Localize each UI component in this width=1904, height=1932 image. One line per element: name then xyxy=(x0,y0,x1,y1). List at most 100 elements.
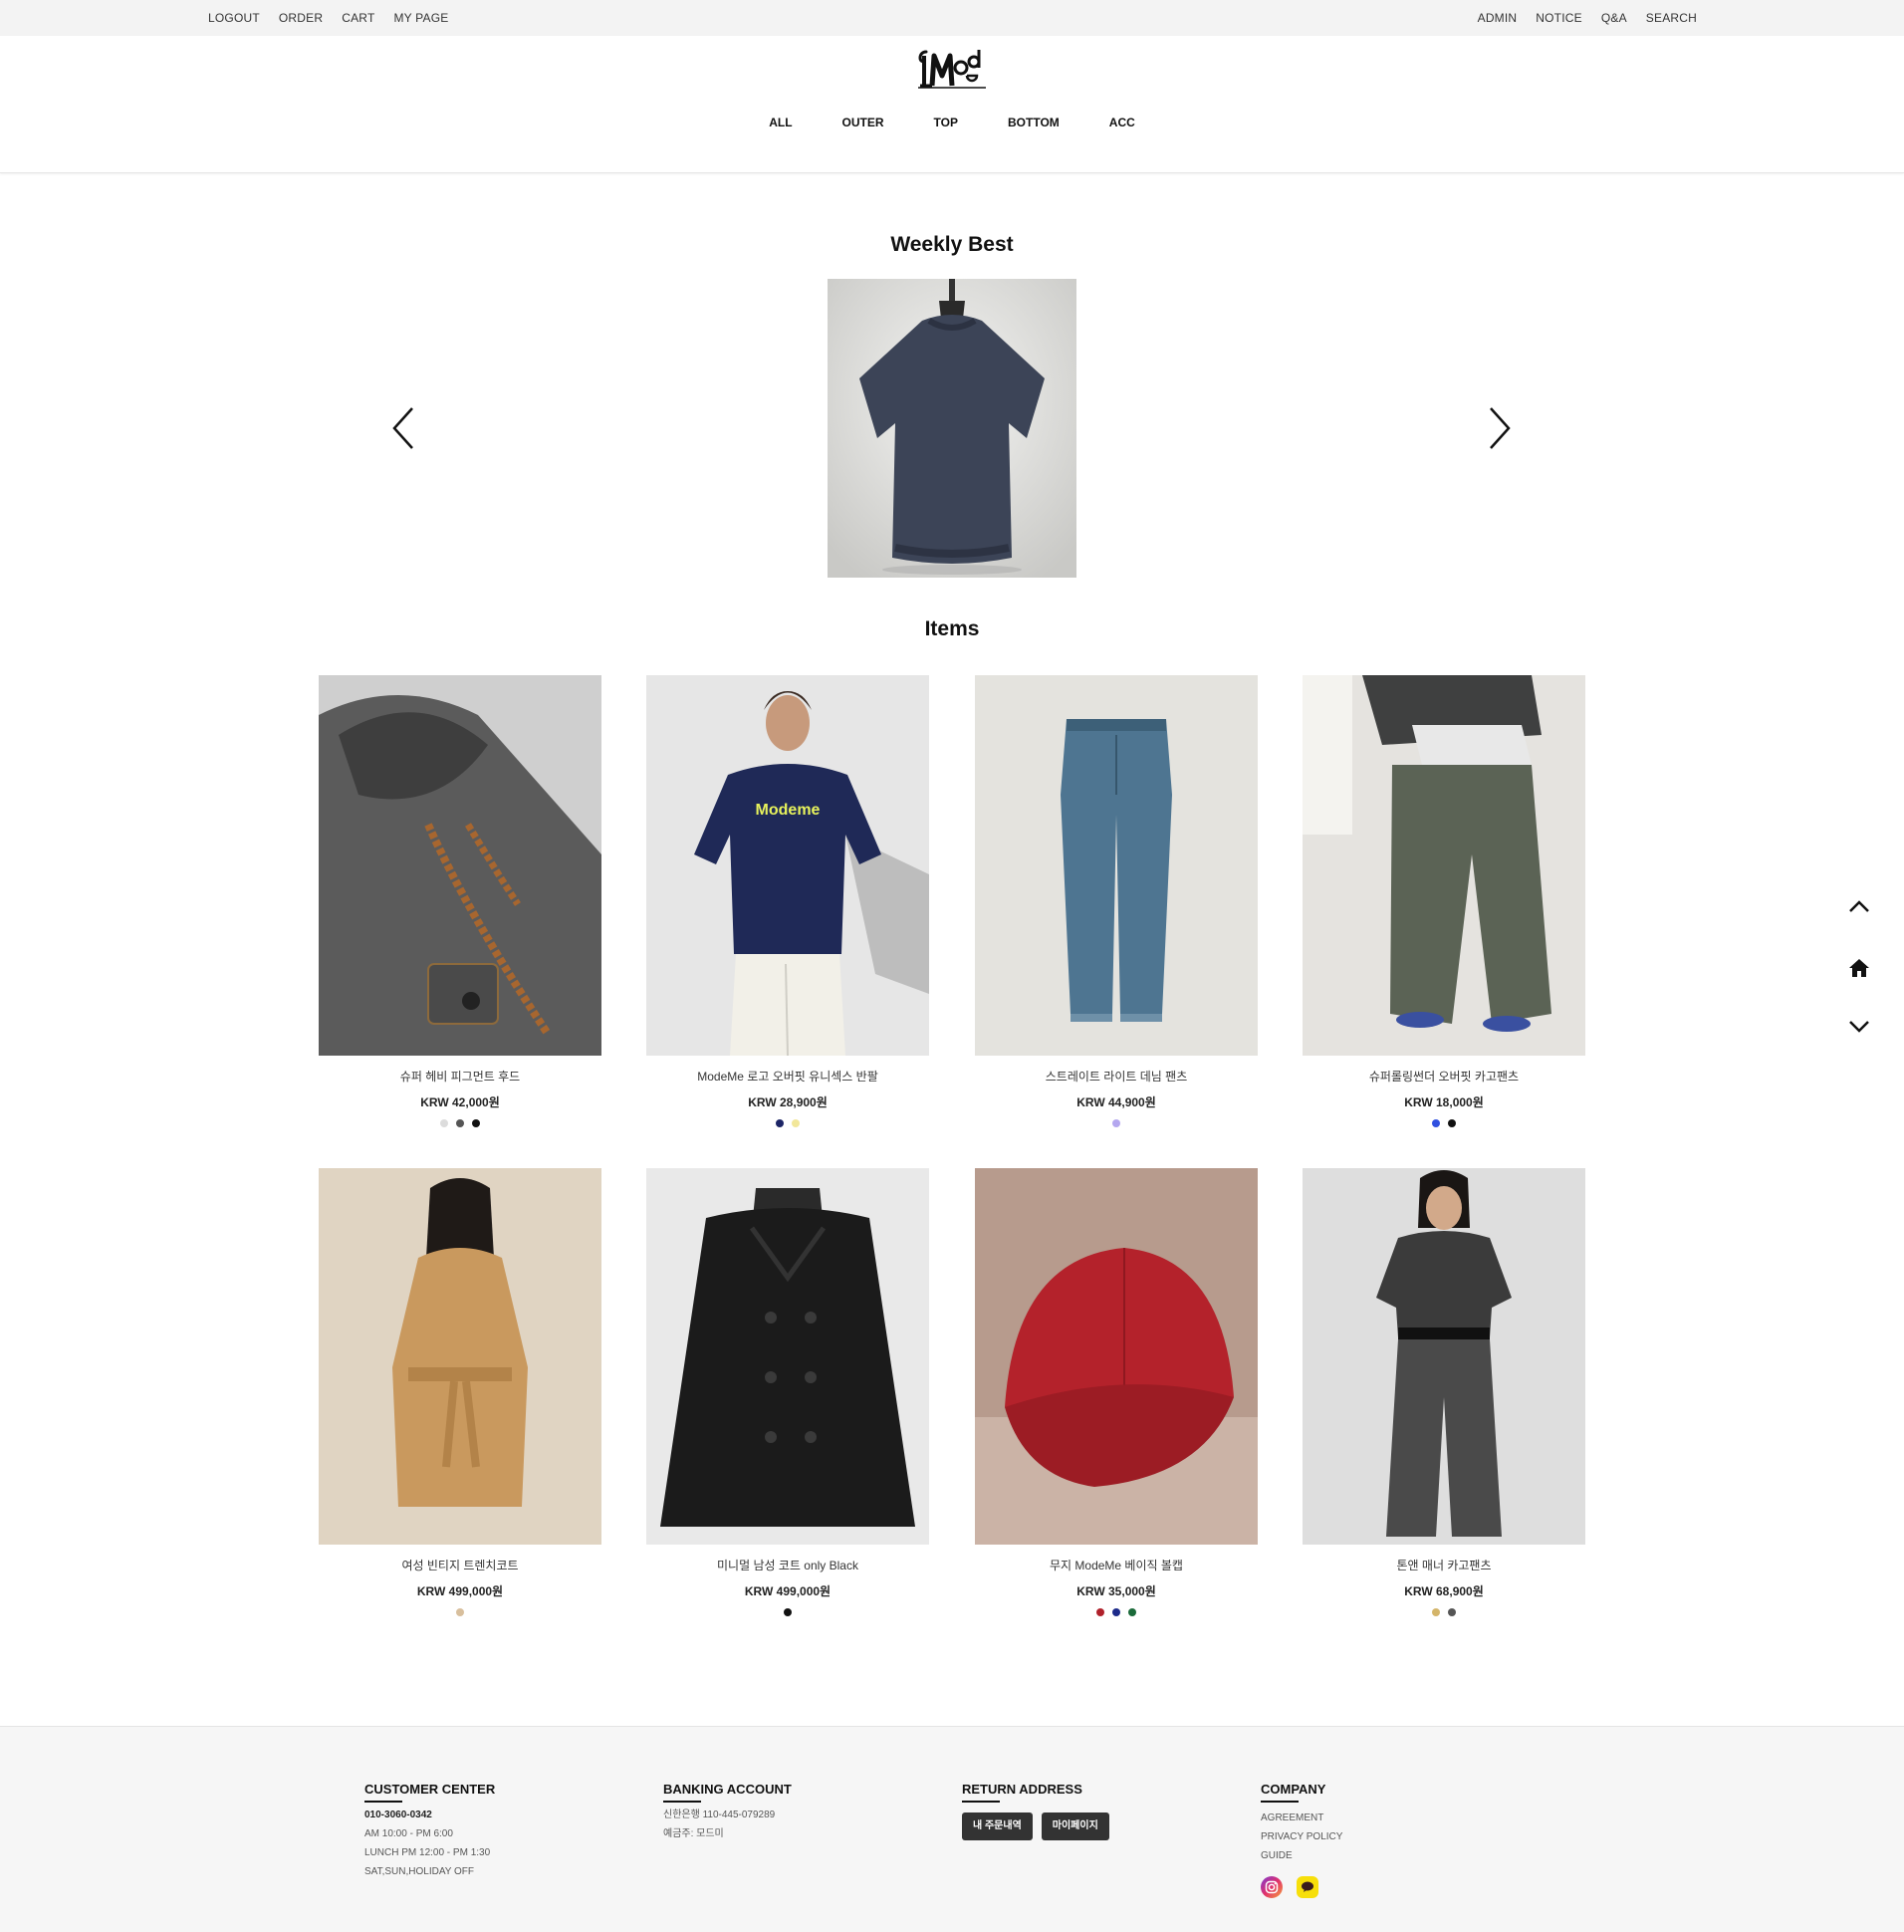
notice-link[interactable]: NOTICE xyxy=(1536,11,1582,25)
color-swatch[interactable] xyxy=(1128,1608,1136,1616)
scroll-top-button[interactable] xyxy=(1844,891,1874,921)
cart-link[interactable]: CART xyxy=(342,11,374,25)
color-swatches xyxy=(1303,1608,1585,1616)
kakaotalk-icon[interactable] xyxy=(1297,1876,1318,1898)
items-title: Items xyxy=(924,617,980,640)
color-swatches xyxy=(975,1119,1258,1127)
product-name[interactable]: 톤앤 매너 카고팬츠 xyxy=(1303,1557,1585,1573)
product-card[interactable]: Modeme ModeMe 로고 오버핏 유니섹스 반팔 KRW 28,900원 xyxy=(646,675,929,1127)
home-button[interactable] xyxy=(1844,953,1874,983)
nav-outer[interactable]: OUTER xyxy=(842,116,884,129)
category-nav: ALL OUTER TOP BOTTOM ACC xyxy=(0,116,1904,129)
bank-account-number: 신한은행 110-445-079289 xyxy=(663,1810,776,1820)
color-swatch[interactable] xyxy=(472,1119,480,1127)
product-card[interactable]: 톤앤 매너 카고팬츠 KRW 68,900원 xyxy=(1303,1168,1585,1616)
customer-center: CUSTOMER CENTER 010-3060-0342 AM 10:00 -… xyxy=(364,1782,495,1878)
home-icon xyxy=(1849,959,1869,977)
color-swatch[interactable] xyxy=(1448,1608,1456,1616)
product-card[interactable]: 슈퍼롤링썬더 오버핏 카고팬츠 KRW 18,000원 xyxy=(1303,675,1585,1127)
color-swatch[interactable] xyxy=(784,1608,792,1616)
customer-lunch: LUNCH PM 12:00 - PM 1:30 xyxy=(364,1847,491,1858)
customer-center-title: CUSTOMER CENTER xyxy=(364,1782,495,1803)
color-swatch[interactable] xyxy=(1096,1608,1104,1616)
my-page-button[interactable]: 마이페이지 xyxy=(1041,1812,1109,1840)
site-logo[interactable] xyxy=(912,46,992,94)
color-swatch[interactable] xyxy=(1112,1608,1120,1616)
product-image[interactable] xyxy=(319,1168,601,1545)
instagram-icon[interactable] xyxy=(1261,1876,1283,1898)
return-address: RETURN ADDRESS 내 주문내역 마이페이지 xyxy=(962,1782,1118,1840)
color-swatch[interactable] xyxy=(440,1119,448,1127)
logo-image xyxy=(918,50,986,89)
admin-link[interactable]: ADMIN xyxy=(1478,11,1518,25)
product-price: KRW 68,900원 xyxy=(1404,1584,1484,1598)
color-swatch[interactable] xyxy=(776,1119,784,1127)
product-name[interactable]: 스트레이트 라이트 데님 팬츠 xyxy=(975,1068,1258,1085)
nav-top[interactable]: TOP xyxy=(934,116,958,129)
color-swatch[interactable] xyxy=(456,1608,464,1616)
utility-bar: LOGOUT ORDER CART MY PAGE ADMIN NOTICE Q… xyxy=(0,0,1904,36)
svg-text:Modeme: Modeme xyxy=(756,802,821,819)
color-swatch[interactable] xyxy=(1112,1119,1120,1127)
product-name[interactable]: 슈퍼 헤비 피그먼트 후드 xyxy=(319,1068,601,1085)
banking-title: BANKING ACCOUNT xyxy=(663,1782,792,1803)
product-image[interactable]: Modeme xyxy=(646,675,929,1056)
product-image[interactable] xyxy=(1303,1168,1585,1545)
privacy-policy-link[interactable]: PRIVACY POLICY xyxy=(1261,1830,1342,1843)
product-card[interactable]: 스트레이트 라이트 데님 팬츠 KRW 44,900원 xyxy=(975,675,1258,1127)
product-name[interactable]: 여성 빈티지 트렌치코트 xyxy=(319,1557,601,1573)
order-link[interactable]: ORDER xyxy=(279,11,323,25)
color-swatches xyxy=(975,1608,1258,1616)
product-price: KRW 28,900원 xyxy=(748,1095,828,1109)
company: COMPANY AGREEMENT PRIVACY POLICY GUIDE xyxy=(1261,1782,1342,1898)
product-image[interactable] xyxy=(975,675,1258,1056)
guide-link[interactable]: GUIDE xyxy=(1261,1849,1342,1862)
customer-off-days: SAT,SUN,HOLIDAY OFF xyxy=(364,1866,475,1877)
color-swatches xyxy=(646,1119,929,1127)
product-image[interactable] xyxy=(319,675,601,1056)
product-price: KRW 499,000원 xyxy=(744,1584,832,1598)
weekly-best-slide-image[interactable] xyxy=(828,279,1076,578)
chevron-left-icon xyxy=(392,407,413,449)
agreement-link[interactable]: AGREEMENT xyxy=(1261,1811,1342,1824)
qna-link[interactable]: Q&A xyxy=(1601,11,1627,25)
slider-prev-button[interactable] xyxy=(388,404,418,452)
product-price: KRW 44,900원 xyxy=(1076,1095,1156,1109)
chevron-up-icon xyxy=(1849,900,1869,912)
color-swatch[interactable] xyxy=(456,1119,464,1127)
nav-all[interactable]: ALL xyxy=(769,116,792,129)
product-name[interactable]: ModeMe 로고 오버핏 유니섹스 반팔 xyxy=(646,1068,929,1085)
utility-links-right: ADMIN NOTICE Q&A SEARCH xyxy=(1478,0,1697,36)
product-card[interactable]: 슈퍼 헤비 피그먼트 후드 KRW 42,000원 xyxy=(319,675,601,1127)
product-image[interactable] xyxy=(1303,675,1585,1056)
product-name[interactable]: 미니멀 남성 코트 only Black xyxy=(646,1557,929,1573)
nav-bottom[interactable]: BOTTOM xyxy=(1008,116,1060,129)
product-image[interactable] xyxy=(975,1168,1258,1545)
my-orders-button[interactable]: 내 주문내역 xyxy=(962,1812,1033,1840)
chevron-down-icon xyxy=(1849,1021,1869,1033)
logout-link[interactable]: LOGOUT xyxy=(208,11,260,25)
product-card[interactable]: 미니멀 남성 코트 only Black KRW 499,000원 xyxy=(646,1168,929,1616)
product-price: KRW 35,000원 xyxy=(1076,1584,1156,1598)
product-card[interactable]: 여성 빈티지 트렌치코트 KRW 499,000원 xyxy=(319,1168,601,1616)
chevron-right-icon xyxy=(1490,407,1511,449)
scroll-bottom-button[interactable] xyxy=(1844,1012,1874,1042)
product-card[interactable]: 무지 ModeMe 베이직 볼캡 KRW 35,000원 xyxy=(975,1168,1258,1616)
company-title: COMPANY xyxy=(1261,1782,1342,1803)
product-image[interactable] xyxy=(646,1168,929,1545)
nav-acc[interactable]: ACC xyxy=(1109,116,1135,129)
search-link[interactable]: SEARCH xyxy=(1646,11,1697,25)
product-name[interactable]: 무지 ModeMe 베이직 볼캡 xyxy=(975,1557,1258,1573)
my-page-link[interactable]: MY PAGE xyxy=(393,11,448,25)
product-name[interactable]: 슈퍼롤링썬더 오버핏 카고팬츠 xyxy=(1303,1068,1585,1085)
social-links xyxy=(1261,1876,1342,1898)
color-swatch[interactable] xyxy=(1432,1119,1440,1127)
banking-account: BANKING ACCOUNT 신한은행 110-445-079289 예금주:… xyxy=(663,1782,792,1840)
color-swatch[interactable] xyxy=(1448,1119,1456,1127)
color-swatch[interactable] xyxy=(1432,1608,1440,1616)
color-swatch[interactable] xyxy=(792,1119,800,1127)
return-title: RETURN ADDRESS xyxy=(962,1782,1118,1803)
site-footer: CUSTOMER CENTER 010-3060-0342 AM 10:00 -… xyxy=(0,1726,1904,1932)
color-swatches xyxy=(319,1119,601,1127)
slider-next-button[interactable] xyxy=(1485,404,1515,452)
